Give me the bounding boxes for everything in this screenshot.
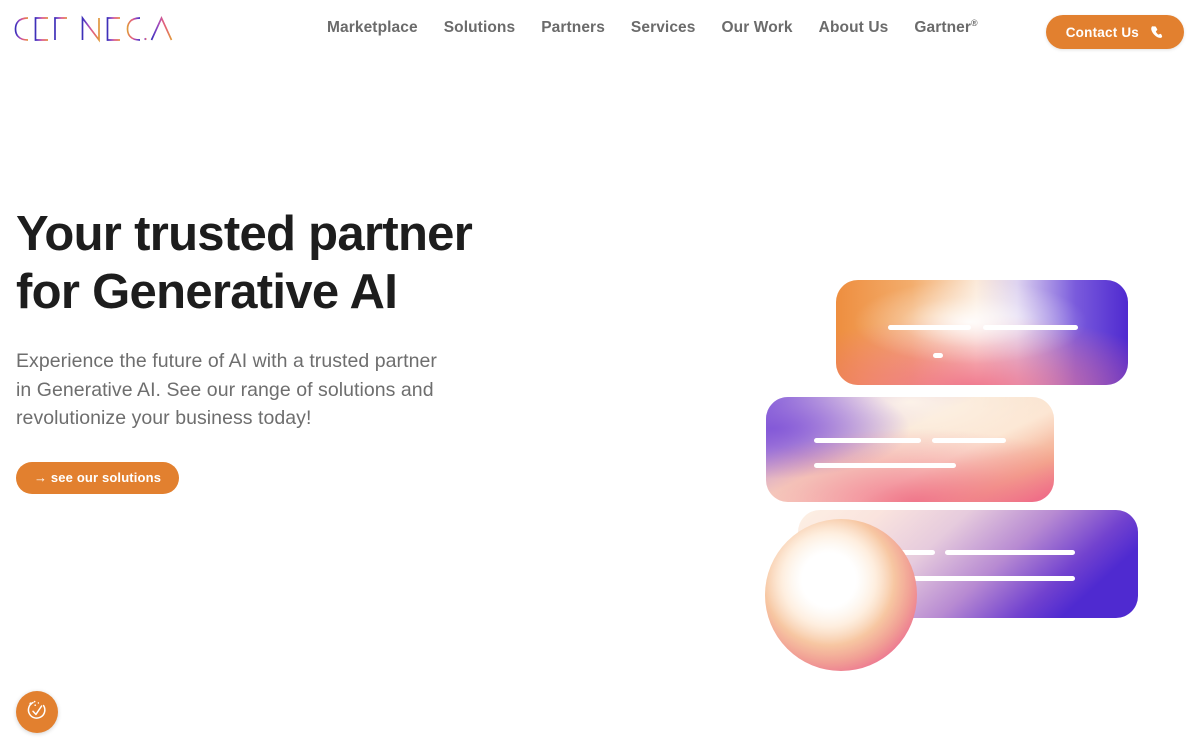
- nav-item-about-us[interactable]: About Us: [806, 17, 902, 39]
- hero-copy-block: Your trusted partner for Generative AI E…: [16, 205, 486, 494]
- phone-icon: [1149, 25, 1164, 40]
- cookie-consent-button[interactable]: Cookie preferences: [16, 691, 58, 733]
- hero-subtitle: Experience the future of AI with a trust…: [16, 350, 437, 430]
- hero-illustration-graphic: [765, 280, 1138, 671]
- hero-section: Your trusted partner for Generative AI E…: [0, 62, 1200, 750]
- nav-item-marketplace[interactable]: Marketplace: [314, 17, 431, 39]
- hero-title-line-1: Your trusted partner: [16, 207, 473, 261]
- see-our-solutions-button[interactable]: → see our solutions: [16, 461, 180, 494]
- hero-title-line-2: for Generative AI: [16, 265, 398, 319]
- nav-item-our-work[interactable]: Our Work: [709, 17, 806, 39]
- nav-item-solutions[interactable]: Solutions: [431, 17, 529, 39]
- registered-trademark-icon: ®: [971, 17, 978, 28]
- brand-logo[interactable]: [14, 12, 194, 46]
- nav-item-gartner[interactable]: Gartner®: [901, 17, 990, 39]
- brand-logo-icon: [14, 15, 181, 43]
- contact-us-button[interactable]: Contact Us: [1045, 15, 1184, 49]
- site-header: Marketplace Solutions Partners Services …: [0, 0, 1200, 62]
- glowing-sphere: [765, 519, 917, 671]
- nav-item-services[interactable]: Services: [618, 17, 709, 39]
- nav-item-partners[interactable]: Partners: [528, 17, 618, 39]
- gradient-card-top: [836, 280, 1128, 385]
- page-title: Your trusted partner for Generative AI: [16, 205, 486, 321]
- contact-us-label: Contact Us: [1065, 24, 1139, 40]
- nav-item-gartner-label: Gartner: [914, 19, 972, 36]
- hero-illustration: [740, 207, 1180, 687]
- main-navigation: Marketplace Solutions Partners Services …: [314, 17, 991, 39]
- gradient-card-middle: [766, 397, 1054, 502]
- cookie-consent-icon: [24, 698, 50, 727]
